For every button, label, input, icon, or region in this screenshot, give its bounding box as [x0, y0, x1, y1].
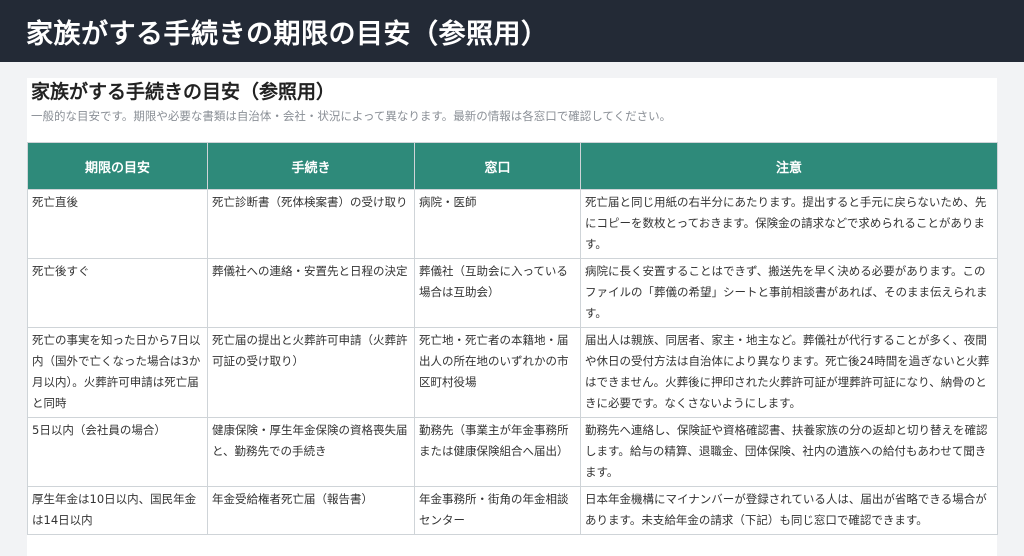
card-title: 家族がする手続きの目安（参照用） [31, 81, 336, 103]
cell-office: 病院・医師 [414, 189, 581, 259]
table-row: 5日以内（会社員の場合） 健康保険・厚生年金保険の資格喪失届と、勤務先での手続き… [27, 417, 998, 487]
cell-office: 葬儀社（互助会に入っている場合は互助会） [414, 258, 581, 328]
column-header-deadline: 期限の目安 [27, 142, 208, 190]
table-row: 厚生年金は10日以内、国民年金は14日以内 年金受給権者死亡届（報告書） 年金事… [27, 486, 998, 535]
content-card: 家族がする手続きの目安（参照用） 一般的な目安です。期限や必要な書類は自治体・会… [27, 78, 998, 556]
cell-procedure: 死亡届の提出と火葬許可申請（火葬許可証の受け取り） [207, 327, 415, 418]
cell-note: 病院に長く安置することはできず、搬送先を早く決める必要があります。このファイルの… [580, 258, 998, 328]
card-subtitle: 一般的な目安です。期限や必要な書類は自治体・会社・状況によって異なります。最新の… [31, 109, 672, 123]
procedures-table: 期限の目安 手続き 窓口 注意 死亡直後 死亡診断書（死体検案書）の受け取り 病… [27, 142, 998, 535]
cell-deadline: 死亡の事実を知った日から7日以内（国外で亡くなった場合は3か月以内）。火葬許可申… [27, 327, 208, 418]
cell-office: 勤務先（事業主が年金事務所または健康保険組合へ届出） [414, 417, 581, 487]
cell-note: 日本年金機構にマイナンバーが登録されている人は、届出が省略できる場合があります。… [580, 486, 998, 535]
cell-procedure: 死亡診断書（死体検案書）の受け取り [207, 189, 415, 259]
table-row: 死亡直後 死亡診断書（死体検案書）の受け取り 病院・医師 死亡届と同じ用紙の右半… [27, 189, 998, 259]
page-title: 家族がする手続きの期限の目安（参照用） [26, 18, 549, 50]
cell-procedure: 健康保険・厚生年金保険の資格喪失届と、勤務先での手続き [207, 417, 415, 487]
table-header-row: 期限の目安 手続き 窓口 注意 [27, 142, 998, 190]
cell-deadline: 死亡直後 [27, 189, 208, 259]
cell-note: 届出人は親族、同居者、家主・地主など。葬儀社が代行することが多く、夜間や休日の受… [580, 327, 998, 418]
cell-note: 勤務先へ連絡し、保険証や資格確認書、扶養家族の分の返却と切り替えを確認します。給… [580, 417, 998, 487]
column-header-note: 注意 [580, 142, 998, 190]
cell-procedure: 葬儀社への連絡・安置先と日程の決定 [207, 258, 415, 328]
cell-procedure: 年金受給権者死亡届（報告書） [207, 486, 415, 535]
column-header-office: 窓口 [414, 142, 581, 190]
column-header-procedure: 手続き [207, 142, 415, 190]
cell-note: 死亡届と同じ用紙の右半分にあたります。提出すると手元に戻らないため、先にコピーを… [580, 189, 998, 259]
card-header: 家族がする手続きの目安（参照用） 一般的な目安です。期限や必要な書類は自治体・会… [27, 80, 997, 124]
page-header: 家族がする手続きの期限の目安（参照用） [0, 0, 1024, 62]
cell-deadline: 死亡後すぐ [27, 258, 208, 328]
cell-office: 年金事務所・街角の年金相談センター [414, 486, 581, 535]
cell-deadline: 5日以内（会社員の場合） [27, 417, 208, 487]
cell-office: 死亡地・死亡者の本籍地・届出人の所在地のいずれかの市区町村役場 [414, 327, 581, 418]
table-row: 死亡後すぐ 葬儀社への連絡・安置先と日程の決定 葬儀社（互助会に入っている場合は… [27, 258, 998, 328]
cell-deadline: 厚生年金は10日以内、国民年金は14日以内 [27, 486, 208, 535]
table-row: 死亡の事実を知った日から7日以内（国外で亡くなった場合は3か月以内）。火葬許可申… [27, 327, 998, 418]
